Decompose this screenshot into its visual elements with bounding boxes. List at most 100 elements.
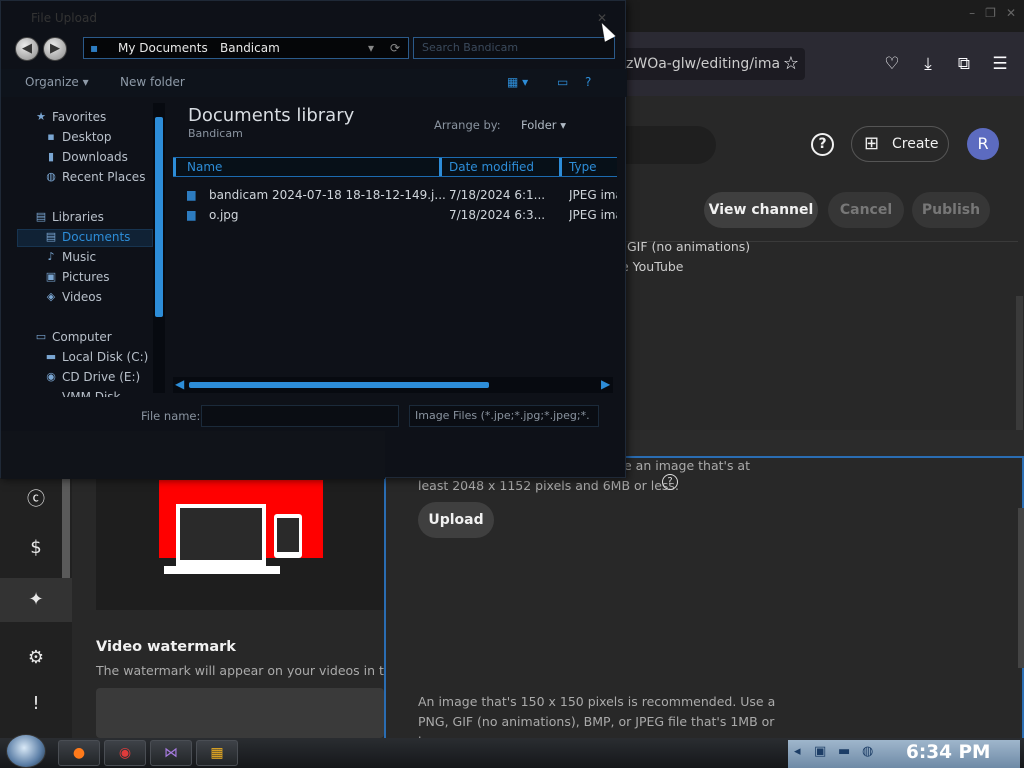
library-title: Documents library (188, 105, 355, 126)
firefox-taskbar-icon[interactable]: ● (58, 740, 100, 766)
command-bar (1, 69, 627, 97)
column-separator[interactable] (439, 158, 442, 176)
scroll-thumb[interactable] (189, 382, 489, 388)
volume-icon[interactable]: ◍ (862, 744, 873, 759)
nav-label: Computer (52, 330, 112, 344)
column-headers: Name Date modified Type (173, 157, 617, 177)
studio-sidebar: ⓒ $ ✦ ⚙ ! (0, 474, 72, 738)
new-folder-button[interactable]: New folder (120, 75, 185, 89)
tray-arrow-icon[interactable]: ◂ (794, 744, 801, 759)
cd-drive-icon: ◉ (46, 370, 56, 383)
column-date-modified[interactable]: Date modified (449, 160, 534, 174)
app-taskbar-icon[interactable]: ▦ (196, 740, 238, 766)
watermark-preview (96, 688, 384, 738)
avatar[interactable]: R (967, 128, 999, 160)
view-channel-button[interactable]: View channel (704, 192, 818, 228)
refresh-icon[interactable]: ⟳ (390, 38, 400, 58)
help-icon[interactable]: ? (585, 75, 591, 89)
view-icon[interactable]: ▦ ▾ (507, 75, 528, 89)
minimize-button[interactable]: – (969, 6, 975, 20)
start-button-icon[interactable] (6, 734, 46, 768)
visual-studio-taskbar-icon[interactable]: ⋈ (150, 740, 192, 766)
clock[interactable]: 6:34 PM (906, 742, 990, 763)
column-separator[interactable] (559, 158, 562, 176)
dialog-title: File Upload (31, 11, 97, 25)
file-type-filter[interactable]: Image Files (*.jpe;*.jpg;*.jpeg;*. (409, 405, 599, 427)
sidebar-scrollbar[interactable] (62, 474, 70, 579)
library-subtitle: Bandicam (188, 127, 243, 140)
copyright-icon[interactable]: ⓒ (22, 486, 50, 514)
documents-icon: ▤ (45, 230, 57, 243)
close-button[interactable]: ✕ (1006, 6, 1016, 20)
create-label: Create (892, 136, 939, 152)
help-icon[interactable]: ? (811, 133, 834, 156)
file-name: bandicam 2024-07-18 18-18-12-149.j... (209, 188, 445, 202)
monetization-icon[interactable]: $ (22, 534, 50, 562)
preview-pane-icon[interactable]: ▭ (557, 75, 568, 89)
navigation-pane: ★ Favorites ▪ Desktop ▮ Downloads ◍ Recent P… (15, 101, 165, 397)
file-date: 7/18/2024 6:3... (449, 208, 546, 222)
desktop-icon: ▪ (47, 130, 55, 143)
file-date: 7/18/2024 6:1... (449, 188, 546, 202)
library-icon: ▤ (35, 210, 47, 223)
file-type: JPEG ima (569, 208, 617, 222)
customization-icon[interactable]: ✦ (22, 586, 50, 614)
nav-label: Videos (62, 290, 102, 304)
capture-content: e an image that's at least 2048 x 1152 p… (384, 456, 1024, 749)
file-type: JPEG ima (569, 188, 617, 202)
create-button[interactable]: ⊞ Create (851, 126, 949, 162)
back-button[interactable]: ◀ (15, 37, 39, 61)
downloads-icon[interactable]: ⤓ (916, 52, 940, 76)
bandicam-taskbar-icon[interactable]: ◉ (104, 740, 146, 766)
organize-menu[interactable]: Organize ▾ (25, 75, 89, 89)
dialog-footer (1, 431, 385, 479)
address-dropdown-icon[interactable]: ▾ (368, 38, 374, 58)
menu-icon[interactable]: ☰ (988, 52, 1012, 76)
scroll-thumb[interactable] (155, 117, 163, 317)
publish-button[interactable]: Publish (912, 192, 990, 228)
url-bar[interactable]: zWOa-glw/editing/ima ☆ (600, 48, 805, 80)
url-text: zWOa-glw/editing/ima (626, 56, 781, 72)
search-input[interactable]: Search Bandicam (413, 37, 615, 59)
arrange-value: Folder (521, 118, 557, 132)
cancel-button[interactable]: Cancel (828, 192, 904, 228)
maximize-button[interactable]: ❐ (985, 6, 996, 20)
videos-icon: ◈ (46, 290, 56, 303)
bookmark-star-icon[interactable]: ☆ (783, 48, 799, 80)
watermark-recommend-line2: PNG, GIF (no animations), BMP, or JPEG f… (418, 714, 775, 729)
tray-app-icon[interactable]: ▣ (814, 744, 826, 759)
column-name[interactable]: Name (187, 160, 222, 174)
banner-requirement-line2: least 2048 x 1152 pixels and 6MB or less… (418, 478, 679, 493)
nav-scrollbar[interactable] (153, 103, 165, 393)
horizontal-scrollbar[interactable]: ◀ ▶ (173, 377, 613, 393)
arrange-by-dropdown[interactable]: Folder ▾ (521, 118, 566, 132)
extensions-icon[interactable]: ⧉ (952, 52, 976, 76)
address-bar[interactable]: ▪ My Documents Bandicam ▾ ⟳ (83, 37, 409, 59)
forward-button[interactable]: ▶ (43, 37, 67, 61)
file-row[interactable]: ▆ o.jpg 7/18/2024 6:3... JPEG ima (187, 205, 617, 225)
upload-button[interactable]: Upload (418, 502, 494, 538)
jpeg-file-icon: ▆ (187, 188, 196, 201)
nav-label: Pictures (62, 270, 110, 284)
pocket-icon[interactable]: ♡ (880, 52, 904, 76)
column-type[interactable]: Type (569, 160, 597, 174)
breadcrumb-bandicam[interactable]: Bandicam (220, 38, 280, 58)
downloads-icon: ▮ (47, 150, 55, 163)
scroll-left-icon[interactable]: ◀ (175, 377, 184, 391)
watermark-recommend-line1: An image that's 150 x 150 pixels is reco… (418, 694, 776, 709)
device-preview-illustration (159, 480, 323, 574)
organize-label: Organize (25, 75, 79, 89)
settings-icon[interactable]: ⚙ (22, 644, 50, 672)
feedback-icon[interactable]: ! (22, 690, 50, 718)
file-upload-dialog: File Upload ✕ ◀ ▶ ▪ My Documents Bandica… (0, 0, 627, 479)
breadcrumb-my-documents[interactable]: My Documents (118, 38, 208, 58)
network-icon[interactable]: ▬ (838, 744, 850, 759)
capture-scrollbar[interactable] (1018, 508, 1024, 668)
scroll-right-icon[interactable]: ▶ (601, 377, 610, 391)
music-icon: ♪ (47, 250, 55, 263)
help-icon[interactable]: ? (662, 474, 678, 490)
nav-label: VMM Disk... (62, 390, 132, 397)
file-name-input[interactable] (201, 405, 399, 427)
file-row[interactable]: ▆ bandicam 2024-07-18 18-18-12-149.j... … (187, 185, 617, 205)
arrange-by-label: Arrange by: (434, 118, 501, 132)
